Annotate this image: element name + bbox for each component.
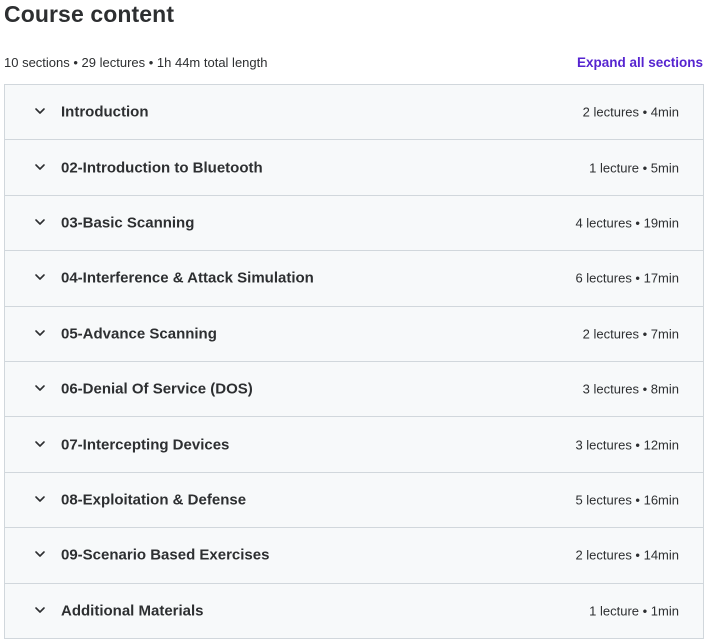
section-title: 05-Advance Scanning: [61, 325, 217, 343]
chevron-down-icon: [33, 437, 47, 451]
section-title: Introduction: [61, 103, 149, 121]
section-item-1[interactable]: Introduction 2 lectures • 4min: [5, 85, 703, 141]
section-meta: 3 lectures • 12min: [575, 437, 679, 453]
section-title: 03-Basic Scanning: [61, 214, 195, 232]
chevron-down-icon: [33, 492, 47, 506]
chevron-down-icon: [33, 215, 47, 229]
section-title: 06-Denial Of Service (DOS): [61, 380, 253, 398]
section-title: 09-Scenario Based Exercises: [61, 546, 270, 564]
section-item-5[interactable]: 05-Advance Scanning 2 lectures • 7min: [5, 306, 703, 362]
section-meta: 3 lectures • 8min: [582, 381, 679, 397]
section-item-9[interactable]: 09-Scenario Based Exercises 2 lectures •…: [5, 528, 703, 584]
section-item-2[interactable]: 02-Introduction to Bluetooth 1 lecture •…: [5, 140, 703, 196]
section-item-7[interactable]: 07-Intercepting Devices 3 lectures • 12m…: [5, 417, 703, 473]
section-meta: 1 lecture • 1min: [589, 603, 679, 619]
chevron-down-icon: [33, 547, 47, 561]
section-meta: 6 lectures • 17min: [575, 270, 679, 286]
chevron-down-icon: [33, 160, 47, 174]
section-item-3[interactable]: 03-Basic Scanning 4 lectures • 19min: [5, 195, 703, 252]
chevron-down-icon: [33, 104, 47, 118]
section-meta: 2 lectures • 14min: [575, 547, 679, 563]
page-title: Course content: [4, 1, 175, 27]
section-item-8[interactable]: 08-Exploitation & Defense 5 lectures • 1…: [5, 472, 703, 529]
section-item-10[interactable]: Additional Materials 1 lecture • 1min: [5, 583, 703, 639]
section-meta: 4 lectures • 19min: [575, 215, 679, 231]
expand-all-sections-button[interactable]: Expand all sections: [577, 54, 703, 72]
course-content-panel: Course content 10 sections • 29 lectures…: [0, 0, 710, 644]
section-meta: 2 lectures • 7min: [582, 326, 679, 342]
section-meta: 2 lectures • 4min: [582, 104, 679, 120]
section-title: Additional Materials: [61, 602, 204, 620]
section-item-4[interactable]: 04-Interference & Attack Simulation 6 le…: [5, 251, 703, 307]
chevron-down-icon: [33, 270, 47, 284]
section-meta: 1 lecture • 5min: [589, 160, 679, 176]
chevron-down-icon: [33, 381, 47, 395]
section-title: 08-Exploitation & Defense: [61, 491, 247, 509]
section-list: Introduction 2 lectures • 4min 02-Introd…: [4, 84, 704, 639]
section-title: 02-Introduction to Bluetooth: [61, 159, 263, 177]
chevron-down-icon: [33, 603, 47, 617]
course-summary-row: 10 sections • 29 lectures • 1h 44m total…: [0, 54, 706, 74]
section-title: 07-Intercepting Devices: [61, 436, 230, 454]
section-meta: 5 lectures • 16min: [575, 492, 679, 508]
section-title: 04-Interference & Attack Simulation: [61, 269, 314, 287]
chevron-down-icon: [33, 326, 47, 340]
section-item-6[interactable]: 06-Denial Of Service (DOS) 3 lectures • …: [5, 361, 703, 418]
course-summary: 10 sections • 29 lectures • 1h 44m total…: [4, 55, 268, 70]
